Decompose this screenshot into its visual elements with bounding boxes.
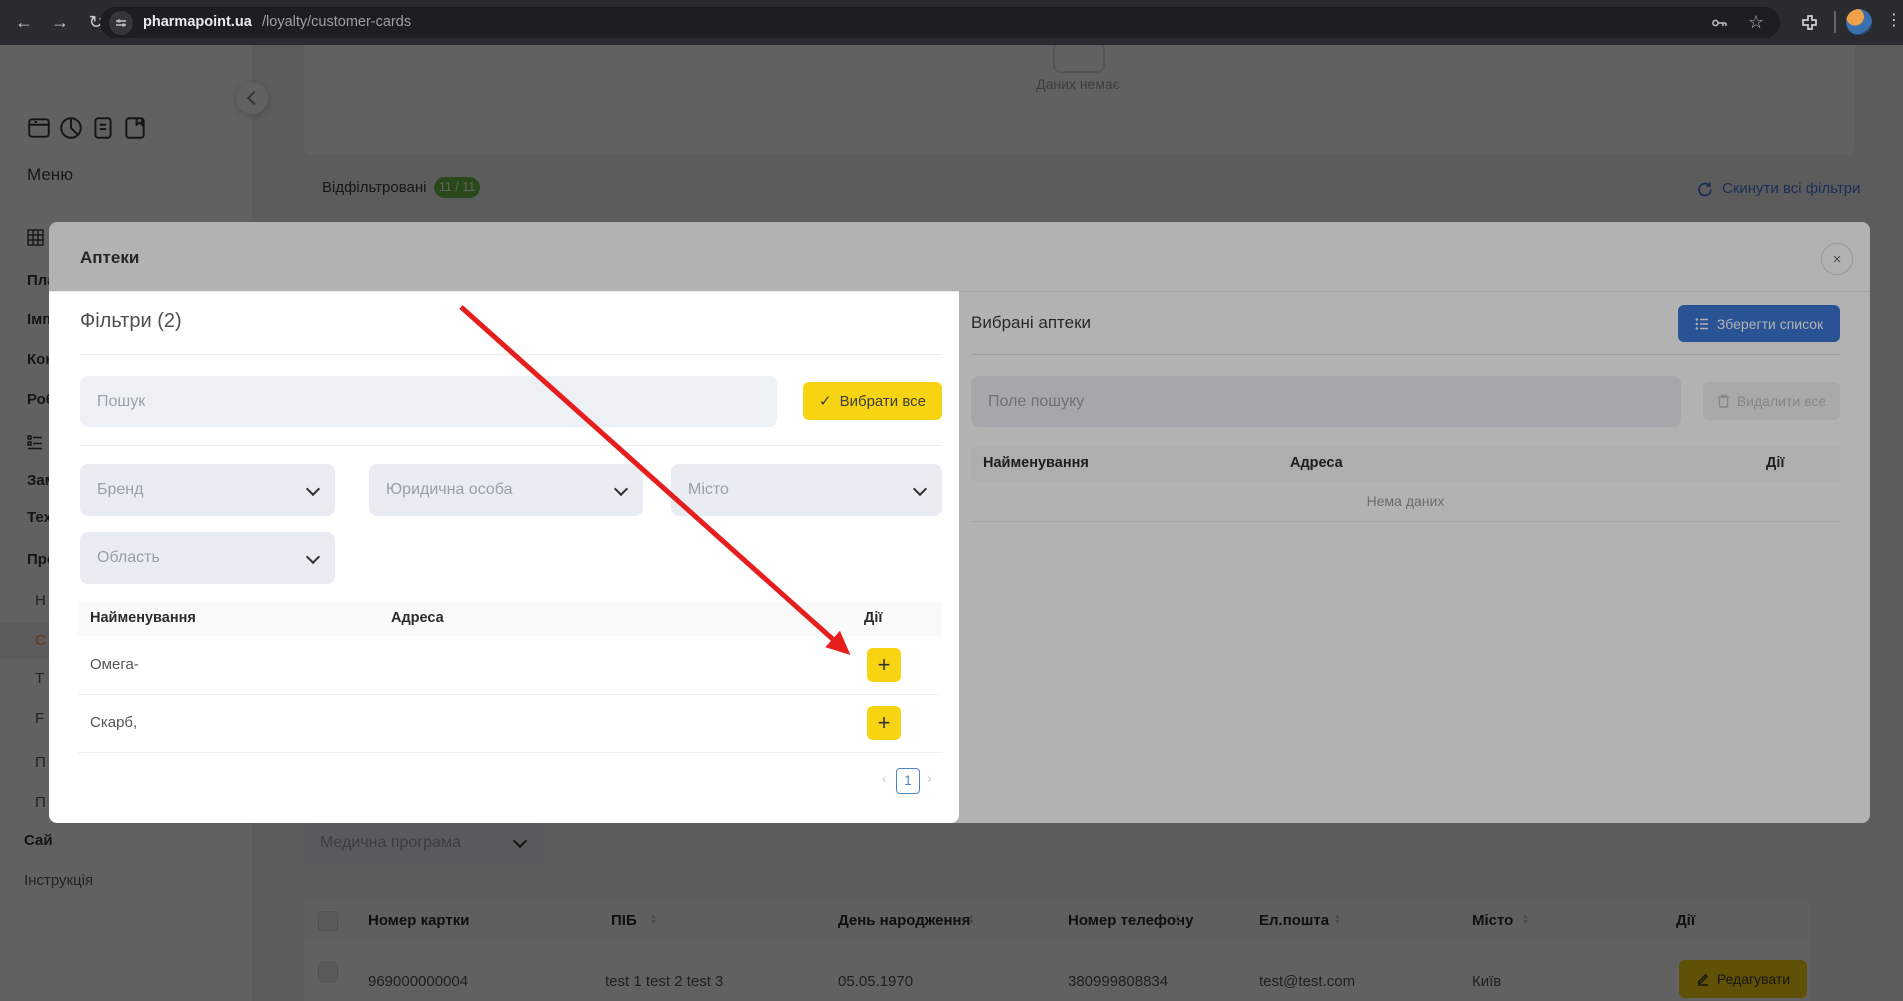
city-label: Місто (688, 481, 729, 498)
col-name: Найменування (983, 455, 1089, 471)
cell-pharmacy-name: Омега- (90, 656, 139, 673)
url-path: /loyalty/customer-cards (262, 14, 412, 30)
list-icon (1695, 317, 1708, 330)
col-actions: Дії (1766, 455, 1785, 471)
chevron-down-icon (305, 481, 321, 497)
col-actions: Дії (864, 610, 883, 626)
page-prev-icon[interactable]: ‹ (882, 770, 887, 786)
add-pharmacy-button[interactable]: + (867, 706, 901, 740)
selected-empty-row: Нема даних (971, 481, 1840, 522)
password-key-icon[interactable] (1710, 14, 1728, 32)
save-list-button[interactable]: Зберегти список (1678, 305, 1840, 342)
brand-dropdown[interactable]: Бренд (80, 464, 335, 516)
selected-title: Вибрані аптеки (971, 313, 1092, 332)
address-bar[interactable]: pharmapoint.ua /loyalty/customer-cards ☆ (100, 7, 1780, 38)
delete-all-label: Видалити все (1736, 393, 1827, 409)
chevron-down-icon (613, 481, 629, 497)
selected-table-header: Найменування Адреса Дії (971, 447, 1840, 481)
page-number[interactable]: 1 (896, 768, 920, 794)
filters-title: Фільтри (2) (80, 310, 182, 332)
chevron-down-icon (912, 481, 928, 497)
check-icon: ✓ (819, 393, 832, 410)
legal-entity-label: Юридична особа (386, 481, 513, 498)
city-dropdown[interactable]: Місто (671, 464, 942, 516)
save-list-label: Зберегти список (1716, 315, 1824, 332)
forward-icon[interactable]: → (48, 10, 72, 34)
brand-label: Бренд (97, 481, 144, 498)
plus-icon: + (877, 652, 891, 677)
close-icon[interactable]: × (1821, 243, 1853, 275)
extensions-icon[interactable] (1800, 12, 1820, 32)
region-label: Область (97, 549, 160, 566)
add-pharmacy-button[interactable]: + (867, 648, 901, 682)
pharmacies-modal: Аптеки × Фільтри (2) ✓ Вибрати все Бренд… (49, 222, 1870, 823)
select-all-label: Вибрати все (839, 392, 926, 410)
bookmark-star-icon[interactable]: ☆ (1748, 12, 1764, 33)
table-row: Омега- + (78, 636, 942, 695)
search-input[interactable] (80, 376, 777, 427)
delete-all-button[interactable]: Видалити все (1703, 382, 1840, 420)
avatar[interactable] (1846, 9, 1872, 35)
col-address: Адреса (391, 610, 444, 626)
page-next-icon[interactable]: › (927, 770, 932, 786)
selected-search-input[interactable] (971, 376, 1681, 427)
modal-header: Аптеки × (49, 222, 1870, 292)
legal-entity-dropdown[interactable]: Юридична особа (369, 464, 643, 516)
region-dropdown[interactable]: Область (80, 532, 335, 584)
trash-icon (1717, 394, 1729, 408)
no-data-text: Нема даних (1366, 493, 1445, 509)
table-row: Скарб, + (78, 694, 942, 753)
select-all-button[interactable]: ✓ Вибрати все (803, 382, 942, 420)
modal-title: Аптеки (80, 248, 140, 267)
col-address: Адреса (1290, 455, 1343, 471)
chevron-down-icon (305, 549, 321, 565)
col-name: Найменування (90, 610, 196, 626)
cell-pharmacy-name: Скарб, (90, 714, 138, 731)
toolbar-separator (1834, 11, 1836, 33)
browser-chrome: ← → ↻ pharmapoint.ua /loyalty/customer-c… (0, 0, 1903, 45)
filters-table-header: Найменування Адреса Дії (78, 602, 942, 636)
plus-icon: + (877, 710, 891, 735)
kebab-menu-icon[interactable]: ⋮ (1886, 10, 1902, 30)
url-domain: pharmapoint.ua (143, 14, 252, 30)
back-icon[interactable]: ← (12, 10, 36, 34)
site-info-icon[interactable] (109, 11, 133, 35)
